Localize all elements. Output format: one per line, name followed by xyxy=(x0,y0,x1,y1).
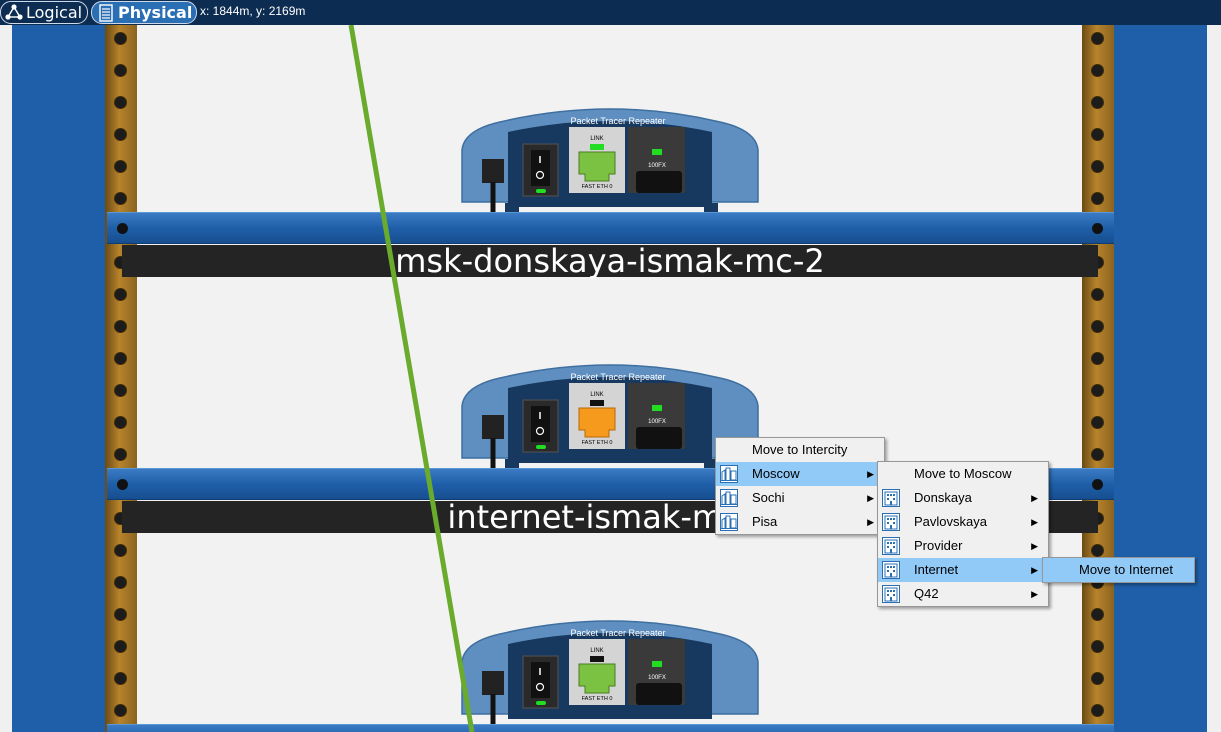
city-icon xyxy=(720,513,738,531)
building-icon xyxy=(882,513,900,531)
menu-item-provider[interactable]: Provider ▶ xyxy=(878,534,1048,558)
context-menu-moscow: Move to Moscow Donskaya ▶ Pavlovskaya ▶ xyxy=(877,461,1049,607)
logical-label: Logical xyxy=(26,3,83,22)
menu-item-label: Q42 xyxy=(914,586,939,601)
chevron-right-icon: ▶ xyxy=(867,469,874,479)
city-icon xyxy=(720,465,738,483)
menu-item-donskaya[interactable]: Donskaya ▶ xyxy=(878,486,1048,510)
city-icon xyxy=(720,489,738,507)
building-icon xyxy=(882,561,900,579)
menu-item-sochi[interactable]: Sochi ▶ xyxy=(716,486,884,510)
menu-item-q42[interactable]: Q42 ▶ xyxy=(878,582,1048,606)
fiber-cable[interactable] xyxy=(0,25,1221,732)
building-icon xyxy=(882,489,900,507)
chevron-right-icon: ▶ xyxy=(1031,517,1038,527)
chevron-right-icon: ▶ xyxy=(1031,493,1038,503)
context-menu-location: Move to Intercity Moscow ▶ Sochi ▶ Pisa … xyxy=(715,437,885,535)
physical-label: Physical xyxy=(118,3,193,22)
menu-item-label: Internet xyxy=(914,562,959,577)
menu-item-label: Move to Intercity xyxy=(752,442,848,457)
menu-item-label: Provider xyxy=(914,538,963,553)
chevron-right-icon: ▶ xyxy=(867,493,874,503)
physical-view-button[interactable]: Physical xyxy=(91,1,197,24)
context-menu-internet: Move to Internet xyxy=(1042,557,1195,583)
menu-item-pisa[interactable]: Pisa ▶ xyxy=(716,510,884,534)
menu-item-move-to-intercity[interactable]: Move to Intercity xyxy=(716,438,884,462)
chevron-right-icon: ▶ xyxy=(1031,541,1038,551)
menu-item-moscow[interactable]: Moscow ▶ xyxy=(716,462,884,486)
physical-workspace[interactable]: Packet Tracer Repeater LINK FAST ETH 0 1… xyxy=(0,25,1221,732)
menu-item-move-to-moscow[interactable]: Move to Moscow xyxy=(878,462,1048,486)
menu-item-label: Move to Moscow xyxy=(914,466,1012,481)
network-icon xyxy=(5,4,23,20)
menu-item-move-to-internet[interactable]: Move to Internet xyxy=(1043,558,1194,582)
chevron-right-icon: ▶ xyxy=(867,517,874,527)
logical-view-button[interactable]: Logical xyxy=(0,1,88,24)
menu-item-label: Sochi xyxy=(752,490,785,505)
menu-item-pavlovskaya[interactable]: Pavlovskaya ▶ xyxy=(878,510,1048,534)
view-toolbar: Logical Physical x: 1844m, y: 2169m xyxy=(0,0,1221,25)
building-icon xyxy=(882,585,900,603)
cursor-coordinates: x: 1844m, y: 2169m xyxy=(200,4,306,18)
chevron-right-icon: ▶ xyxy=(1031,565,1038,575)
menu-item-label: Move to Internet xyxy=(1079,562,1173,577)
rack-icon xyxy=(99,4,113,22)
chevron-right-icon: ▶ xyxy=(1031,589,1038,599)
building-icon xyxy=(882,537,900,555)
menu-item-internet[interactable]: Internet ▶ xyxy=(878,558,1048,582)
menu-item-label: Moscow xyxy=(752,466,800,481)
menu-item-label: Donskaya xyxy=(914,490,972,505)
menu-item-label: Pisa xyxy=(752,514,778,529)
menu-item-label: Pavlovskaya xyxy=(914,514,987,529)
